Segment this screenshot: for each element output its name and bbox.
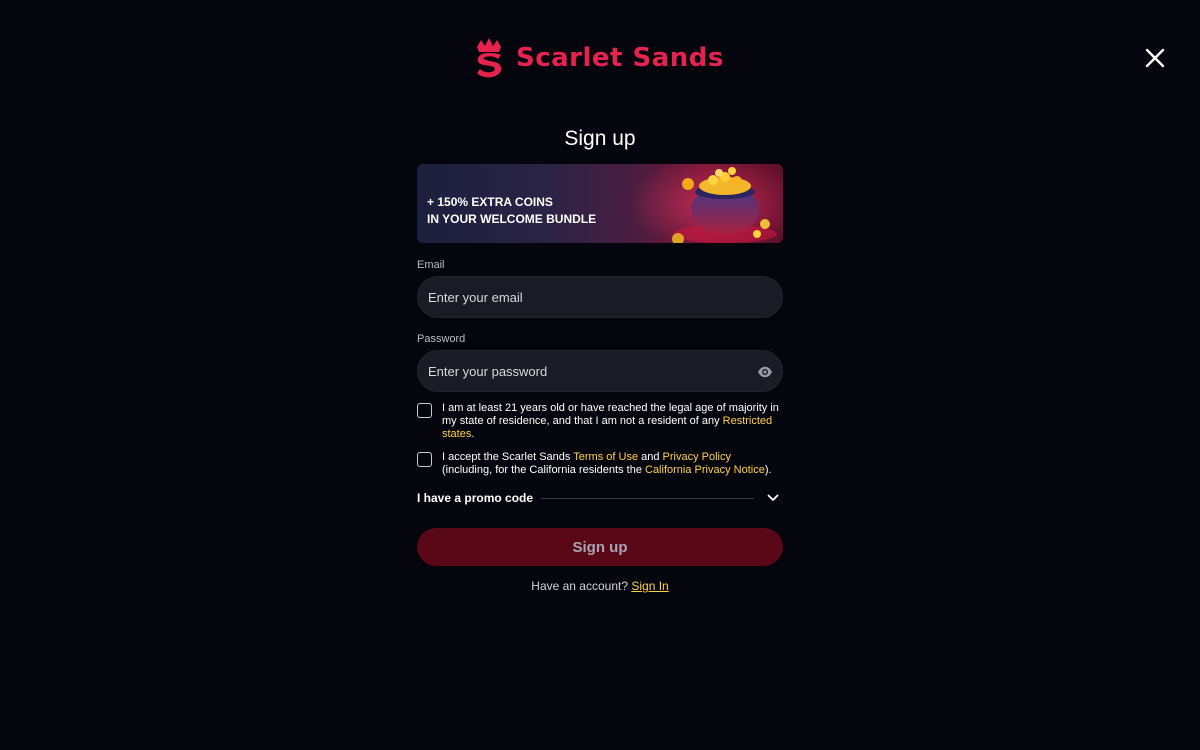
terms-text-4: ). — [764, 464, 772, 476]
promo-divider — [541, 497, 754, 499]
promo-code-toggle[interactable]: I have a promo code — [417, 490, 783, 506]
password-field[interactable]: Enter your password — [417, 350, 783, 392]
email-label: Email — [417, 259, 445, 271]
email-field[interactable]: Enter your email — [417, 276, 783, 318]
close-icon[interactable] — [1142, 45, 1168, 71]
have-account-prompt: Have an account? Sign In — [417, 579, 783, 593]
promo-code-label: I have a promo code — [417, 491, 534, 505]
terms-text-2: and — [638, 451, 663, 463]
eye-icon[interactable] — [757, 364, 773, 380]
terms-consent-row: I accept the Scarlet Sands Terms of Use … — [417, 451, 783, 477]
age-consent-row: I am at least 21 years old or have reach… — [417, 402, 783, 441]
chevron-down-icon — [767, 494, 779, 501]
terms-of-use-link[interactable]: Terms of Use — [573, 451, 638, 463]
brand-logo: Scarlet Sands — [472, 36, 724, 80]
password-placeholder: Enter your password — [428, 363, 548, 379]
crown-s-logo-icon — [477, 38, 502, 78]
banner-text: + 150% EXTRA COINS IN YOUR WELCOME BUNDL… — [427, 194, 596, 228]
sign-up-button[interactable]: Sign up — [417, 528, 783, 566]
have-account-text: Have an account? — [531, 579, 632, 593]
terms-consent-text: I accept the Scarlet Sands Terms of Use … — [442, 451, 782, 477]
privacy-policy-link[interactable]: Privacy Policy — [663, 451, 731, 463]
signup-form: Sign up + 150% EXTRA COINS IN YOUR WELCO… — [417, 122, 783, 593]
california-privacy-notice-link[interactable]: California Privacy Notice — [645, 464, 765, 476]
terms-consent-checkbox[interactable] — [417, 452, 432, 467]
signup-page: Scarlet Sands Sign up + 150% EXTRA COINS… — [0, 0, 1200, 750]
banner-line-1: + 150% EXTRA COINS — [427, 195, 553, 209]
email-placeholder: Enter your email — [428, 289, 523, 305]
age-consent-checkbox[interactable] — [417, 403, 432, 418]
sign-in-link[interactable]: Sign In — [631, 579, 668, 593]
banner-line-2: IN YOUR WELCOME BUNDLE — [427, 212, 597, 226]
terms-text-1: I accept the Scarlet Sands — [442, 451, 574, 463]
pot-of-gold-coins-icon — [633, 164, 783, 243]
welcome-bundle-banner[interactable]: + 150% EXTRA COINS IN YOUR WELCOME BUNDL… — [417, 164, 783, 243]
age-consent-suffix: . — [471, 428, 475, 440]
page-title: Sign up — [564, 127, 636, 150]
brand-name: Scarlet Sands — [516, 43, 724, 73]
age-consent-text: I am at least 21 years old or have reach… — [442, 402, 782, 441]
terms-text-3: (including, for the California residents… — [442, 464, 645, 476]
password-label: Password — [417, 333, 466, 345]
